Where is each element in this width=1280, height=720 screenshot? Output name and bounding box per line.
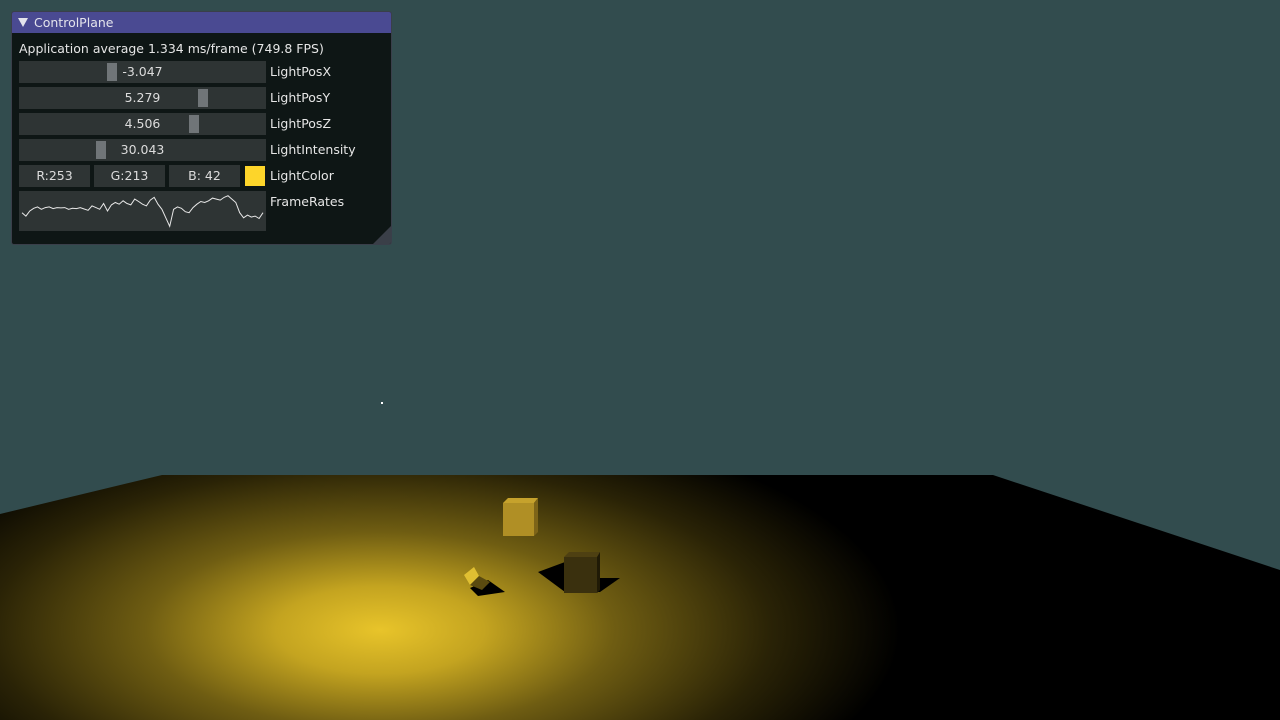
collapse-arrow-icon[interactable] — [18, 18, 28, 27]
slider-value: 5.279 — [124, 90, 161, 105]
frame-rates-line — [21, 195, 264, 228]
slider-value: 30.043 — [120, 142, 165, 157]
back-cube — [503, 498, 538, 536]
frame-rates-label: FrameRates — [270, 194, 345, 209]
slider-grab[interactable] — [96, 141, 106, 159]
window-title: ControlPlane — [34, 15, 114, 30]
red-channel-field[interactable]: R:253 — [19, 165, 90, 187]
green-channel-field[interactable]: G:213 — [94, 165, 165, 187]
lightposx-slider[interactable]: -3.047 — [19, 61, 266, 83]
control-plane-window[interactable]: ControlPlane Application average 1.334 m… — [11, 11, 392, 245]
slider-grab[interactable] — [198, 89, 208, 107]
slider-label: LightPosZ — [270, 116, 332, 131]
blue-channel-field[interactable]: B: 42 — [169, 165, 240, 187]
front-cube — [564, 552, 600, 593]
slider-value: 4.506 — [124, 116, 161, 131]
mouse-cursor — [381, 402, 383, 404]
slider-label: LightIntensity — [270, 142, 356, 157]
lightintensity-slider[interactable]: 30.043 — [19, 139, 266, 161]
fps-text: Application average 1.334 ms/frame (749.… — [19, 41, 324, 56]
slider-grab[interactable] — [107, 63, 117, 81]
lightposz-slider[interactable]: 4.506 — [19, 113, 266, 135]
frame-rates-plot[interactable] — [19, 191, 266, 231]
window-title-bar[interactable]: ControlPlane — [12, 12, 391, 33]
slider-label: LightPosX — [270, 64, 332, 79]
floor-plane — [0, 475, 1280, 720]
resize-grip[interactable] — [373, 226, 391, 244]
light-color-label: LightColor — [270, 168, 334, 183]
color-swatch[interactable] — [245, 166, 265, 186]
slider-value: -3.047 — [122, 64, 163, 79]
slider-label: LightPosY — [270, 90, 331, 105]
lightposy-slider[interactable]: 5.279 — [19, 87, 266, 109]
slider-grab[interactable] — [189, 115, 199, 133]
